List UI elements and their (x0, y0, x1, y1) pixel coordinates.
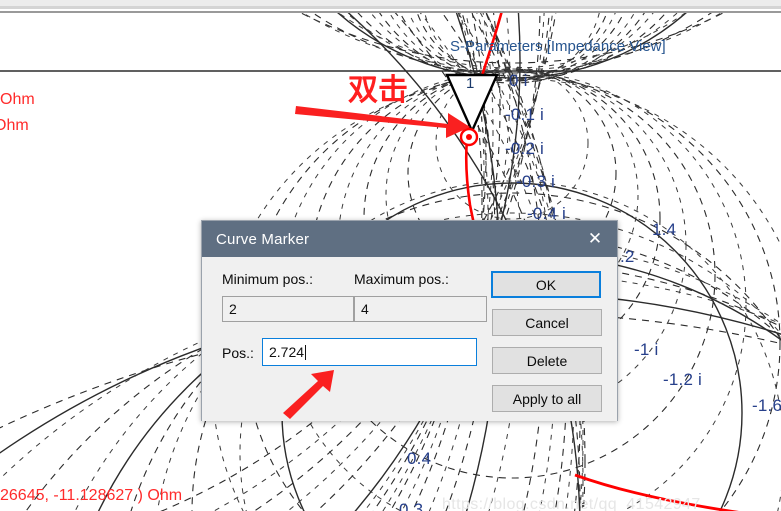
impedance-readout: Ohm (0, 91, 35, 108)
minimum-pos-label: Minimum pos.: (222, 271, 314, 287)
axis-tick-label: 0.3 (399, 500, 424, 511)
maximum-pos-label: Maximum pos.: (354, 271, 449, 287)
impedance-readout: Ohm (0, 117, 29, 134)
maximum-pos-input[interactable]: 4 (354, 296, 487, 322)
close-icon[interactable]: ✕ (573, 221, 617, 257)
ok-button[interactable]: OK (491, 271, 601, 298)
dialog-body: Minimum pos.: 2 Maximum pos.: 4 Pos.: 2.… (202, 257, 617, 421)
cancel-button[interactable]: Cancel (492, 309, 602, 336)
axis-tick-label: -1 i (634, 340, 659, 359)
axis-tick-label: -0.1 i (505, 105, 544, 124)
axis-tick-label: -0.3 i (516, 172, 555, 191)
pos-input-value: 2.724 (269, 344, 305, 360)
curve-marker-dialog[interactable]: Curve Marker ✕ Minimum pos.: 2 Maximum p… (201, 220, 618, 421)
axis-tick-label: -1.6 (752, 396, 781, 415)
minimum-pos-input[interactable]: 2 (222, 296, 354, 322)
pos-label: Pos.: (222, 345, 254, 361)
axis-tick-label: 0.4 (407, 449, 432, 468)
dialog-titlebar[interactable]: Curve Marker ✕ (202, 221, 617, 257)
marker-point-inner (466, 134, 472, 140)
application-window: S-Parameters [Impedance View] 1 0 i -0.1 … (0, 0, 781, 511)
dialog-title: Curve Marker (216, 230, 310, 248)
annotation-double-click: 双击 (348, 73, 408, 108)
axis-tick-label: -0.2 i (505, 139, 544, 158)
axis-tick-label: 1.4 (652, 220, 677, 239)
axis-tick-label: .2 (620, 247, 635, 266)
apply-to-all-button[interactable]: Apply to all (492, 385, 602, 412)
pos-input[interactable]: 2.724 (262, 338, 477, 366)
axis-tick-label: 0 i (509, 71, 528, 90)
marker-number-label: 1 (466, 75, 475, 92)
watermark-text: https://blog.csdn.net/qq_41542947 (442, 496, 701, 511)
impedance-readout: 26645, -11.128627 ) Ohm (0, 487, 183, 504)
text-caret (305, 344, 307, 360)
delete-button[interactable]: Delete (492, 347, 602, 374)
axis-tick-label: -1.2 i (663, 370, 702, 389)
chart-title: S-Parameters [Impedance View] (450, 38, 666, 55)
